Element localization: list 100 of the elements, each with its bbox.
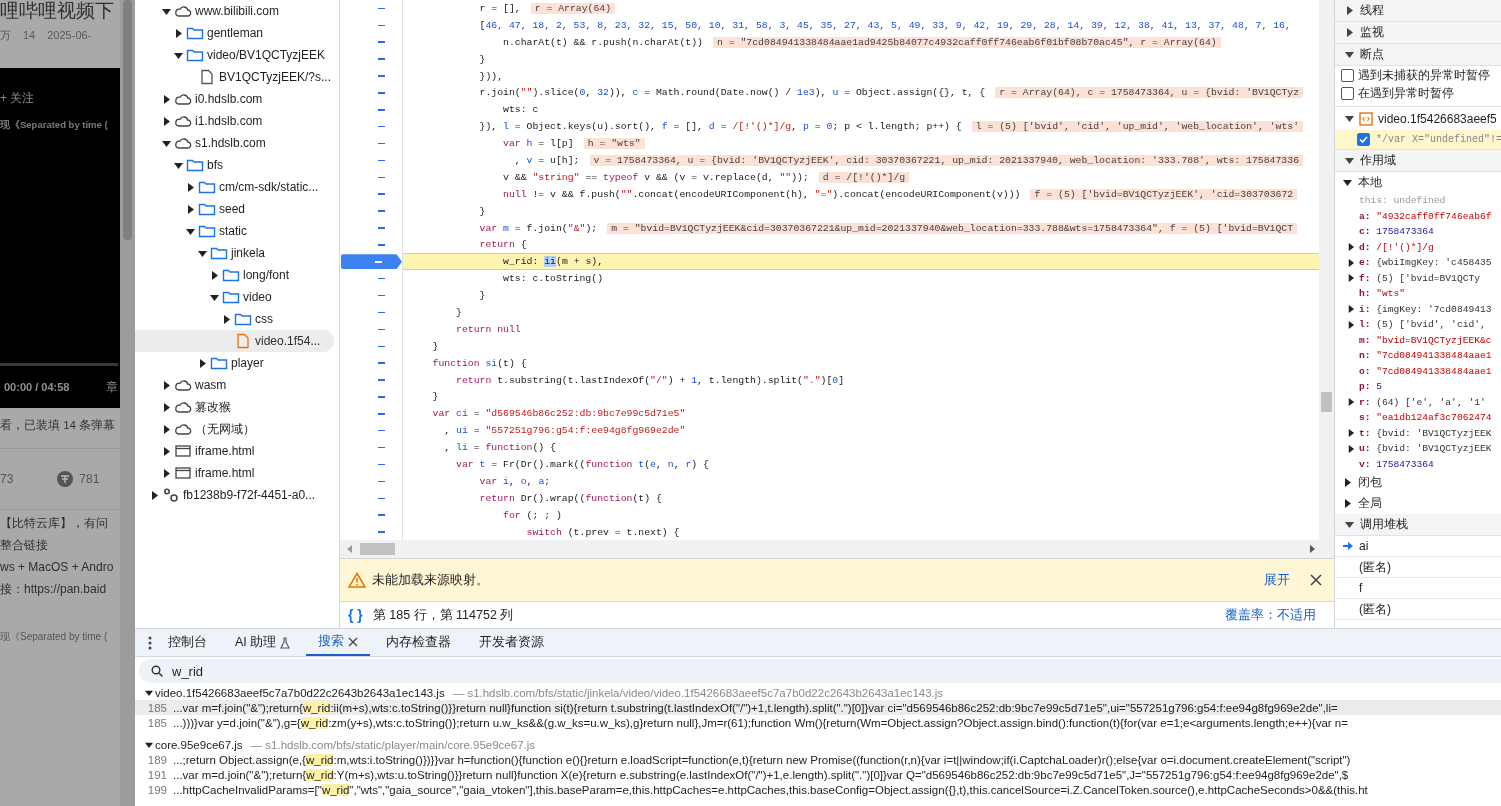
tree-item[interactable]: s1.hdslb.com	[135, 132, 334, 154]
collapsed-arrow-icon[interactable]	[1347, 398, 1355, 407]
collapsed-arrow-icon[interactable]	[162, 446, 171, 456]
vertical-scrollbar[interactable]	[1319, 0, 1334, 540]
scope-variable[interactable]: d: /[!'()*]/g	[1359, 241, 1434, 253]
search-result[interactable]: 189 ...;return Object.assign(e,{w_rid:m,wts:i.toString()})}}var h=function(){function e(){}return e.loadScript=function(e,t){return new Promise((function(r,n){var i=t||window;if(i.CaptchaLoader)r();else{var o=i.document.createElement("script")	[135, 752, 1501, 767]
expanded-arrow-icon[interactable]	[174, 50, 183, 60]
result-file-name[interactable]: video.1f5426683aeef5c7a7b0d22c2643b2643a1ec143.js	[155, 686, 445, 699]
scope-variable[interactable]: f: (5) ['bvid=BV1QCTy	[1359, 272, 1480, 284]
scope-variable[interactable]: u: {bvid: 'BV1QCTyzjEEK	[1359, 443, 1492, 455]
scope-group[interactable]: 全局	[1335, 493, 1501, 514]
drawer-tab[interactable]: 控制台	[156, 629, 219, 656]
collapsed-arrow-icon[interactable]	[162, 94, 171, 104]
collapsed-arrow-icon[interactable]	[162, 468, 171, 478]
call-frame[interactable]: ai	[1359, 539, 1369, 553]
expanded-arrow-icon[interactable]	[198, 248, 207, 258]
tree-item[interactable]: seed	[135, 198, 334, 220]
tree-item[interactable]: 篡改猴	[135, 396, 334, 418]
close-icon[interactable]	[348, 636, 359, 647]
scope-variable[interactable]: n: "7cd084941338484aae1	[1359, 350, 1492, 362]
checkbox[interactable]	[1341, 86, 1354, 100]
scope-variable[interactable]: p: 5	[1359, 381, 1383, 393]
tree-item[interactable]: video.1f54...	[135, 330, 334, 352]
section-header[interactable]: 监视	[1335, 22, 1501, 44]
expanded-arrow-icon[interactable]	[1345, 520, 1354, 529]
collapsed-arrow-icon[interactable]	[186, 182, 195, 192]
collapsed-arrow-icon[interactable]	[1347, 444, 1355, 453]
scope-group[interactable]: 闭包	[1335, 472, 1501, 493]
tree-item[interactable]: cm/cm-sdk/static...	[135, 176, 334, 198]
tree-item[interactable]: long/font	[135, 264, 334, 286]
tree-item[interactable]: www.bilibili.com	[135, 0, 334, 22]
tree-item[interactable]: BV1QCTyzjEEK/?s...	[135, 66, 334, 88]
drawer-tab[interactable]: 开发者资源	[467, 629, 557, 656]
expanded-arrow-icon[interactable]	[210, 292, 219, 302]
collapsed-arrow-icon[interactable]	[1347, 305, 1355, 314]
expanded-arrow-icon[interactable]	[1343, 178, 1352, 187]
close-icon[interactable]	[1310, 574, 1322, 586]
call-frame[interactable]: (匿名)	[1359, 558, 1391, 576]
drawer-tab[interactable]: AI 助理	[223, 629, 303, 656]
checkbox[interactable]	[1341, 68, 1354, 82]
scope-variable[interactable]: t: {bvid: 'BV1QCTyzjEEK	[1359, 427, 1492, 439]
scroll-right-icon[interactable]	[1308, 544, 1316, 554]
expanded-arrow-icon[interactable]	[145, 740, 153, 749]
collapsed-arrow-icon[interactable]	[162, 402, 171, 412]
tree-item[interactable]: video	[135, 286, 334, 308]
collapsed-arrow-icon[interactable]	[1345, 6, 1354, 15]
checkbox[interactable]	[1357, 133, 1370, 146]
expanded-arrow-icon[interactable]	[1345, 50, 1354, 59]
expand-link[interactable]: 展开	[1264, 571, 1290, 589]
collapsed-arrow-icon[interactable]	[174, 28, 183, 38]
collapsed-arrow-icon[interactable]	[1343, 478, 1352, 487]
result-file-name[interactable]: core.95e9ce67.js	[155, 738, 243, 751]
tree-item[interactable]: （无网域）	[135, 418, 334, 440]
coin-icon[interactable]	[57, 471, 74, 487]
scope-variable[interactable]: o: "7cd084941338484aae1	[1359, 365, 1492, 377]
collapsed-arrow-icon[interactable]	[1347, 274, 1355, 283]
collapsed-arrow-icon[interactable]	[162, 380, 171, 390]
expanded-arrow-icon[interactable]	[186, 226, 195, 236]
breakpoint-marker[interactable]	[341, 254, 402, 270]
expanded-arrow-icon[interactable]	[162, 138, 171, 148]
scope-group[interactable]: 本地	[1335, 172, 1501, 193]
collapsed-arrow-icon[interactable]	[1347, 320, 1355, 329]
scope-variable[interactable]: i: {imgKey: '7cd0849413	[1359, 303, 1492, 315]
collapsed-arrow-icon[interactable]	[1347, 243, 1355, 252]
section-header[interactable]: 线程	[1335, 0, 1501, 22]
scope-variable[interactable]: l: (5) ['bvid', 'cid',	[1359, 319, 1486, 331]
tree-item[interactable]: i1.hdslb.com	[135, 110, 334, 132]
follow-button[interactable]: + 关注	[0, 90, 35, 107]
collapsed-arrow-icon[interactable]	[210, 270, 219, 280]
collapsed-arrow-icon[interactable]	[1345, 28, 1354, 37]
drawer-tab[interactable]: 内存检查器	[374, 629, 464, 656]
call-frame[interactable]: f	[1359, 581, 1363, 595]
scope-variable[interactable]: r: (64) ['e', 'a', '1'	[1359, 396, 1486, 408]
tree-item[interactable]: css	[135, 308, 334, 330]
section-header[interactable]: 调用堆栈	[1335, 514, 1501, 536]
scope-variable[interactable]: h: "wts"	[1359, 288, 1406, 300]
collapsed-arrow-icon[interactable]	[162, 424, 171, 434]
search-result[interactable]: 185 ...var m=f.join("&");return{w_rid:ii(m+s),wts:c.toString()}}return null}function si(t){return t.substring(t.lastIndexOf("/")+1,t.length).split(".")[0]}var ci="d569546b86c252:db:9bc7e99c5d71e5",ui="557251g796:g54:f:ee94g8fg969e2de",li=	[135, 700, 1501, 715]
scope-variable[interactable]: s: "ea1db124af3c7062474	[1359, 412, 1492, 424]
tree-item[interactable]: jinkela	[135, 242, 334, 264]
scope-variable[interactable]: a: "4932caff0ff746eab6f	[1359, 210, 1492, 222]
tree-item[interactable]: fb1238b9-f72f-4451-a0...	[135, 484, 334, 506]
tree-item[interactable]: static	[135, 220, 334, 242]
tree-item[interactable]: video/BV1QCTyzjEEK	[135, 44, 334, 66]
collapsed-arrow-icon[interactable]	[1343, 499, 1352, 508]
search-result[interactable]: 185 ...)))}var y=d.join("&"),g={w_rid:zm(y+s),wts:c.toString()};return u.w_ks&&(g.w_ks=u.w_ks),g}return null},Jm=r(61);function Wm(){return(Wm=Object.assign?Object.assign.bind():function(t){for(var e=1;e<arguments.length;e++){var n=	[135, 715, 1501, 730]
collapsed-arrow-icon[interactable]	[150, 490, 159, 500]
collapsed-arrow-icon[interactable]	[186, 204, 195, 214]
pretty-print-button[interactable]: { }	[348, 607, 363, 623]
more-menu-icon[interactable]	[148, 635, 152, 650]
chapters-button[interactable]: 章	[106, 378, 118, 396]
collapsed-arrow-icon[interactable]	[222, 314, 231, 324]
tree-item[interactable]: iframe.html	[135, 440, 334, 462]
section-header[interactable]: 断点	[1335, 44, 1501, 66]
section-header[interactable]: 作用域	[1335, 150, 1501, 172]
collapsed-arrow-icon[interactable]	[162, 116, 171, 126]
search-result[interactable]: 199 ...httpCacheInvalidParams=["w_rid","wts","gaia_source","gaia_vtoken"],this.baseParam=e,this.httpCaches=e.httpCaches,this.baseConfig=Object.assign({},t),this.cancelSource=i.Z.CancelToken.source(),e.httpCacheSeconds>0&&(this.ht	[135, 782, 1501, 797]
search-field[interactable]: w_rid	[139, 659, 1501, 683]
scope-variable[interactable]: c: 1758473364	[1359, 226, 1434, 238]
scrollbar-thumb[interactable]	[360, 543, 395, 555]
